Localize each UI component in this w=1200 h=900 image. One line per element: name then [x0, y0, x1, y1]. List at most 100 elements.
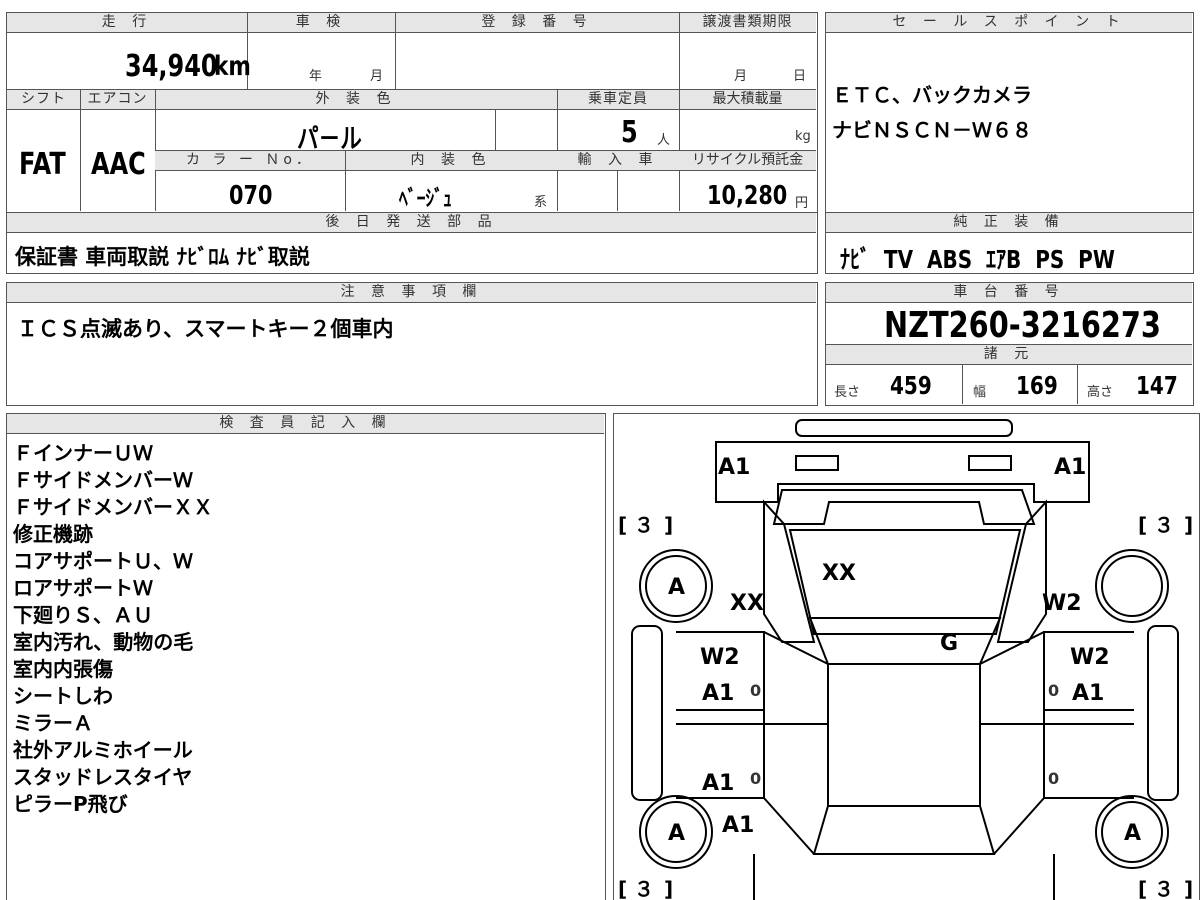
left-mirror-rail-shape: [631, 625, 663, 801]
width-label: 幅: [973, 385, 987, 400]
mark-wheel-rl: A: [668, 821, 685, 846]
list-item: 修正機跡: [13, 522, 93, 546]
mark-wheel-fl: A: [668, 575, 685, 600]
mark-wheel-rr: A: [1124, 821, 1141, 846]
color-no-header: カ ラ ー Ｎo．: [155, 151, 345, 171]
length-value: 459: [890, 371, 932, 400]
mark-tire-fr: ３: [1154, 513, 1174, 537]
mark-front-left: A1: [718, 455, 750, 480]
car-diagram: A1 A1 XX XX W2 G W2 A1 W2 A1 A1 A1 A A A…: [613, 413, 1200, 900]
list-item: 下廻りＳ、ＡＵ: [13, 603, 153, 627]
sales-point-header: セ ー ル ス ポ イ ン ト: [826, 13, 1192, 33]
mark-windshield: G: [940, 631, 958, 656]
list-item: シートしわ: [13, 684, 113, 708]
headlight-right-shape: [968, 455, 1012, 471]
shift-value: FAT: [19, 147, 66, 182]
rear-glass-shape: [812, 805, 996, 855]
recycle-unit: 円: [795, 196, 809, 211]
sales-point-line-1: ＥＴＣ、バックカメラ: [832, 83, 1032, 107]
interior-suffix: 系: [534, 195, 548, 210]
chassis-box: 車 台 番 号 NZT260-3216273 諸 元 長さ 459 幅 169 …: [825, 282, 1194, 406]
width-value: 169: [1016, 371, 1058, 400]
capacity-unit: 人: [657, 133, 671, 148]
mark-front-door-left-2: A1: [702, 681, 734, 706]
notes-value: ＩＣＳ点滅あり、スマートキー２個車内: [17, 317, 394, 341]
mark-front-right: A1: [1054, 455, 1086, 480]
maxload-unit: kg: [795, 129, 811, 144]
shaken-month: 月: [370, 69, 384, 84]
bracket-tire-fr-open: [: [1138, 513, 1147, 537]
length-label: 長さ: [834, 385, 861, 400]
shift-header: シフト: [7, 90, 80, 110]
sales-point-line-2: ナビＮＳＣＮ－Ｗ６８: [832, 118, 1032, 142]
chassis-value: NZT260-3216273: [884, 305, 1161, 346]
mileage-header: 走 行: [7, 13, 247, 33]
list-item: ＦインナーＵＷ: [13, 441, 153, 465]
headlight-left-shape: [795, 455, 839, 471]
later-parts-box: 後 日 発 送 部 品 保証書 車両取説 ﾅﾋﾞﾛﾑ ﾅﾋﾞ取説: [6, 212, 818, 274]
mark-zero-left-front: 0: [750, 681, 761, 700]
later-parts-value: 保証書 車両取説 ﾅﾋﾞﾛﾑ ﾅﾋﾞ取説: [15, 245, 310, 269]
equipment-box: 純 正 装 備 ﾅﾋﾞ TV ABS ｴｱB PS PW: [825, 212, 1194, 274]
roof-shape: [827, 663, 981, 807]
list-item: ピラーP飛び: [13, 792, 128, 816]
interior-header: 内 装 色: [345, 151, 557, 171]
inspector-list: ＦインナーＵＷ ＦサイドメンバーＷ ＦサイドメンバーＸＸ 修正機跡 コアサポート…: [13, 440, 213, 818]
color-no-value: 070: [229, 181, 273, 211]
bracket-tire-fl-open: [: [618, 513, 627, 537]
notes-box: 注 意 事 項 欄 ＩＣＳ点滅あり、スマートキー２個車内: [6, 282, 818, 406]
exterior-header: 外 装 色: [155, 90, 557, 110]
height-value: 147: [1136, 371, 1178, 400]
right-mirror-rail-shape: [1147, 625, 1179, 801]
mark-tire-fl: ３: [634, 513, 654, 537]
mark-tire-rl: ３: [634, 877, 654, 900]
bracket-tire-rr-close: ]: [1184, 877, 1193, 900]
transfer-month: 月: [734, 69, 748, 84]
mark-front-fender-left: XX: [730, 591, 764, 616]
capacity-header: 乗車定員: [557, 90, 679, 110]
mark-front-door-left-1: W2: [700, 645, 740, 670]
bracket-tire-fl-close: ]: [664, 513, 673, 537]
mark-tire-rr: ３: [1154, 877, 1174, 900]
front-end-shape: [715, 441, 1090, 503]
list-item: スタッドレスタイヤ: [13, 765, 193, 789]
mark-zero-left-rear: 0: [750, 769, 761, 788]
ac-value: AAC: [91, 147, 146, 182]
shaken-header: 車 検: [247, 13, 395, 33]
equipment-value: ﾅﾋﾞ TV ABS ｴｱB PS PW: [840, 245, 1115, 274]
list-item: ロアサポートＷ: [13, 576, 153, 600]
mark-rear-door-left: A1: [702, 771, 734, 796]
bracket-tire-rl-open: [: [618, 877, 627, 900]
mark-front-fender-right: W2: [1042, 591, 1082, 616]
mark-front-door-right-2: A1: [1072, 681, 1104, 706]
bracket-tire-rr-open: [: [1138, 877, 1147, 900]
mark-rear-left: A1: [722, 813, 754, 838]
mileage-unit: km: [214, 51, 251, 82]
transfer-day: 日: [793, 69, 807, 84]
interior-value: ﾍﾞｰｼﾞｭ: [399, 187, 452, 212]
grille-shape: [772, 489, 1036, 525]
wheel-fr-shape: [1095, 549, 1169, 623]
registration-header: 登 録 番 号: [395, 13, 679, 33]
bracket-tire-rl-close: ]: [664, 877, 673, 900]
transfer-header: 譲渡書類期限: [679, 13, 816, 33]
inspector-box: 検 査 員 記 入 欄 ＦインナーＵＷ ＦサイドメンバーＷ ＦサイドメンバーＸＸ…: [6, 413, 606, 900]
capacity-value: 5: [621, 115, 638, 150]
bracket-tire-fr-close: ]: [1184, 513, 1193, 537]
recycle-header: リサイクル預託金: [679, 151, 816, 171]
maxload-header: 最大積載量: [679, 90, 816, 110]
import-header: 輸 入 車: [557, 151, 679, 171]
mark-front-door-right-1: W2: [1070, 645, 1110, 670]
recycle-value: 10,280: [707, 181, 788, 211]
list-item: 社外アルミホイール: [13, 738, 193, 762]
notes-header: 注 意 事 項 欄: [7, 283, 816, 303]
height-label: 高さ: [1087, 385, 1114, 400]
ac-header: エアコン: [80, 90, 155, 110]
chassis-header: 車 台 番 号: [826, 283, 1192, 303]
list-item: ＦサイドメンバーＷ: [13, 468, 193, 492]
dimensions-header: 諸 元: [826, 345, 1192, 365]
car-diagram-svg: A1 A1 XX XX W2 G W2 A1 W2 A1 A1 A1 A A A…: [618, 419, 1193, 900]
list-item: 室内内張傷: [13, 657, 113, 681]
later-parts-header: 後 日 発 送 部 品: [7, 213, 816, 233]
list-item: ＦサイドメンバーＸＸ: [13, 495, 213, 519]
